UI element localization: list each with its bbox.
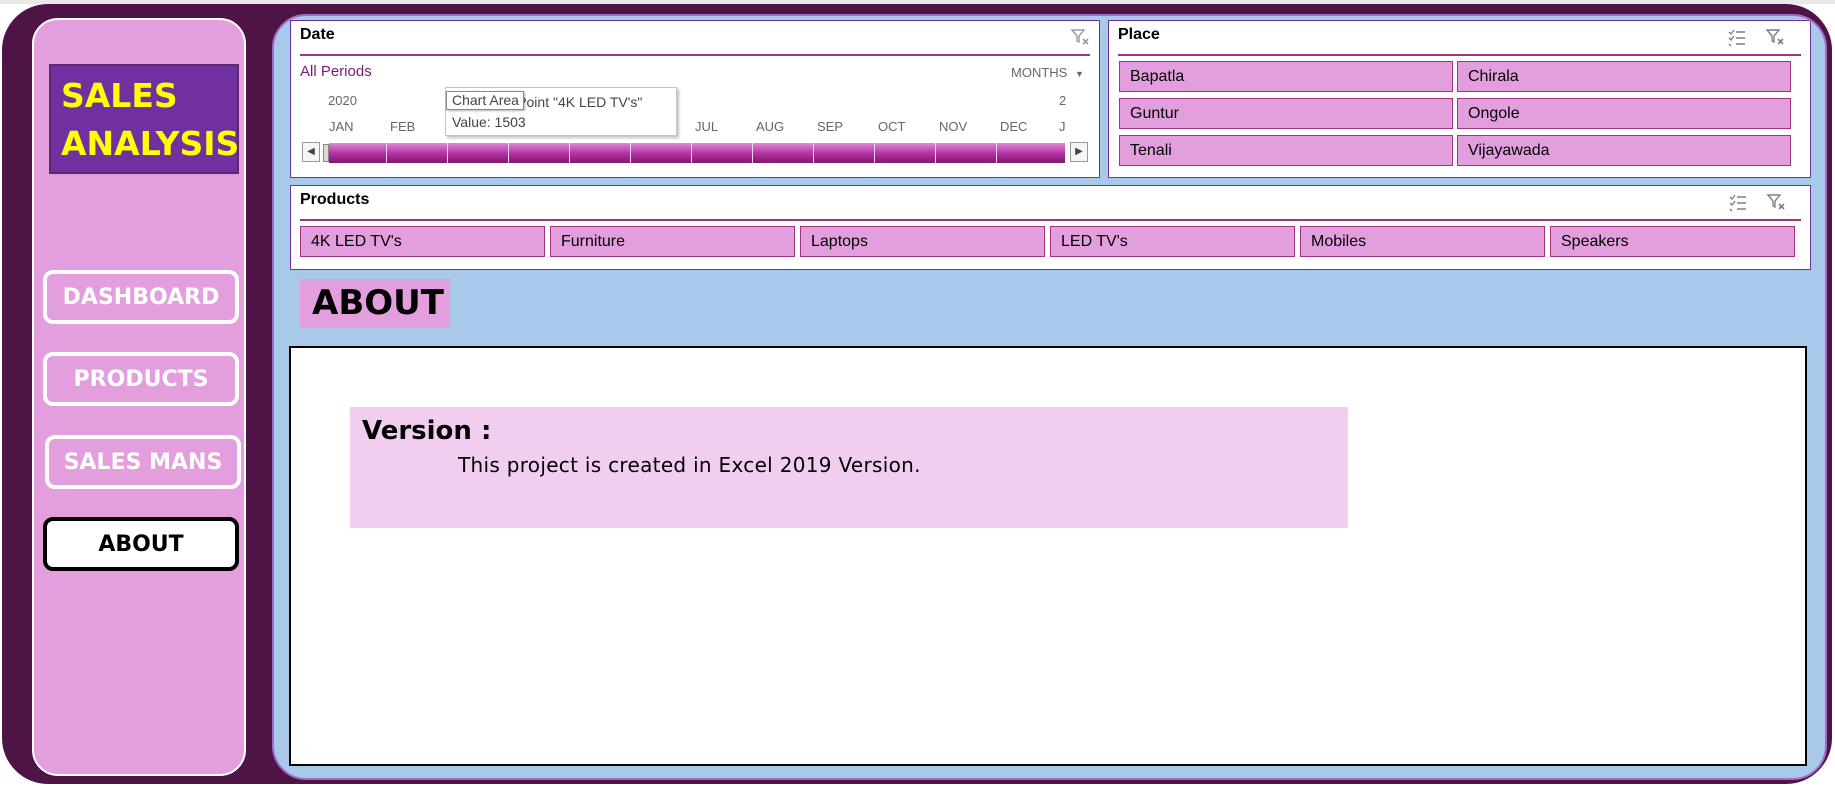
app-logo: SALES ANALYSIS <box>49 64 239 174</box>
products-slicer-title: Products <box>300 191 370 208</box>
timeline-selection-bar[interactable] <box>329 143 1065 163</box>
logo-line-2: ANALYSIS <box>61 124 240 163</box>
date-slicer-title: Date <box>300 26 335 43</box>
timeline-month-divider <box>935 143 936 163</box>
place-slicer-rule <box>1118 54 1801 56</box>
month-label: NOV <box>939 119 968 134</box>
product-item[interactable]: Laptops <box>800 226 1045 257</box>
timeline-month-divider <box>447 143 448 163</box>
clear-filter-icon[interactable] <box>1766 192 1786 212</box>
multi-select-icon[interactable] <box>1727 27 1747 47</box>
clear-filter-icon[interactable] <box>1765 27 1785 47</box>
period-label: All Periods <box>300 63 372 80</box>
place-item[interactable]: Vijayawada <box>1457 135 1791 166</box>
tooltip-chart-area-tag: Chart Area <box>446 91 524 110</box>
clear-filter-icon[interactable] <box>1070 27 1090 47</box>
product-item[interactable]: Speakers <box>1550 226 1795 257</box>
logo-line-1: SALES <box>61 76 178 115</box>
place-item[interactable]: Chirala <box>1457 61 1791 92</box>
products-slicer-rule <box>300 219 1801 221</box>
next-year-label: 2 <box>1059 93 1067 108</box>
timeline-month-divider <box>874 143 875 163</box>
place-item[interactable]: Bapatla <box>1119 61 1453 92</box>
version-heading: Version : <box>362 416 492 446</box>
sidebar: SALES ANALYSIS DASHBOARD PRODUCTS SALES … <box>32 18 246 776</box>
month-label: DEC <box>1000 119 1028 134</box>
nav-dashboard-button[interactable]: DASHBOARD <box>43 270 239 324</box>
product-item[interactable]: LED TV's <box>1050 226 1295 257</box>
product-item[interactable]: Mobiles <box>1300 226 1545 257</box>
timeline-month-divider <box>691 143 692 163</box>
month-label: JAN <box>329 119 354 134</box>
place-slicer: Place Bapatla Chirala Guntur Ongole Tena… <box>1108 20 1811 178</box>
date-slicer-rule <box>300 54 1090 56</box>
year-label: 2020 <box>328 93 357 108</box>
place-item[interactable]: Ongole <box>1457 98 1791 129</box>
multi-select-icon[interactable] <box>1728 192 1748 212</box>
nav-products-button[interactable]: PRODUCTS <box>43 352 239 406</box>
month-label: JUL <box>695 119 719 134</box>
timeline-month-divider <box>386 143 387 163</box>
scroll-right-icon[interactable]: ▶ <box>1070 142 1088 162</box>
next-month-label: J <box>1059 119 1066 134</box>
month-label: SEP <box>817 119 844 134</box>
page-title: ABOUT <box>300 279 450 328</box>
place-item[interactable]: Tenali <box>1119 135 1453 166</box>
time-level-dropdown[interactable]: MONTHS ▼ <box>1011 65 1084 80</box>
version-box: Version : This project is created in Exc… <box>350 407 1348 528</box>
chart-tooltip: Series "1" Point "4K LED TV's" Chart Are… <box>445 87 677 136</box>
time-level-value: MONTHS <box>1011 65 1068 80</box>
timeline-month-divider <box>508 143 509 163</box>
place-item[interactable]: Guntur <box>1119 98 1453 129</box>
timeline-month-divider <box>813 143 814 163</box>
scroll-left-icon[interactable]: ◀ <box>302 142 320 162</box>
nav-sales-mans-button[interactable]: SALES MANS <box>45 435 241 489</box>
tooltip-value-text: Value: 1503 <box>452 114 526 130</box>
timeline-month-divider <box>630 143 631 163</box>
place-slicer-title: Place <box>1118 26 1160 43</box>
timeline-month-divider <box>569 143 570 163</box>
month-label: OCT <box>878 119 906 134</box>
date-timeline-slicer: Date All Periods MONTHS ▼ 2020 2 JAN FEB M… <box>290 20 1100 178</box>
timeline-month-divider <box>996 143 997 163</box>
version-text: This project is created in Excel 2019 Ve… <box>458 453 921 477</box>
chevron-down-icon: ▼ <box>1074 69 1084 79</box>
product-item[interactable]: 4K LED TV's <box>300 226 545 257</box>
month-label: FEB <box>390 119 416 134</box>
main-panel: Date All Periods MONTHS ▼ 2020 2 JAN FEB M… <box>272 14 1827 780</box>
dashboard-frame: SALES ANALYSIS DASHBOARD PRODUCTS SALES … <box>2 4 1832 784</box>
month-label: AUG <box>756 119 785 134</box>
products-slicer: Products 4K LED TV's Furniture Laptops L… <box>290 185 1811 270</box>
timeline-handle[interactable] <box>323 144 329 162</box>
about-content-area: Version : This project is created in Exc… <box>289 346 1807 766</box>
nav-about-button[interactable]: ABOUT <box>43 517 239 571</box>
product-item[interactable]: Furniture <box>550 226 795 257</box>
timeline-month-divider <box>752 143 753 163</box>
